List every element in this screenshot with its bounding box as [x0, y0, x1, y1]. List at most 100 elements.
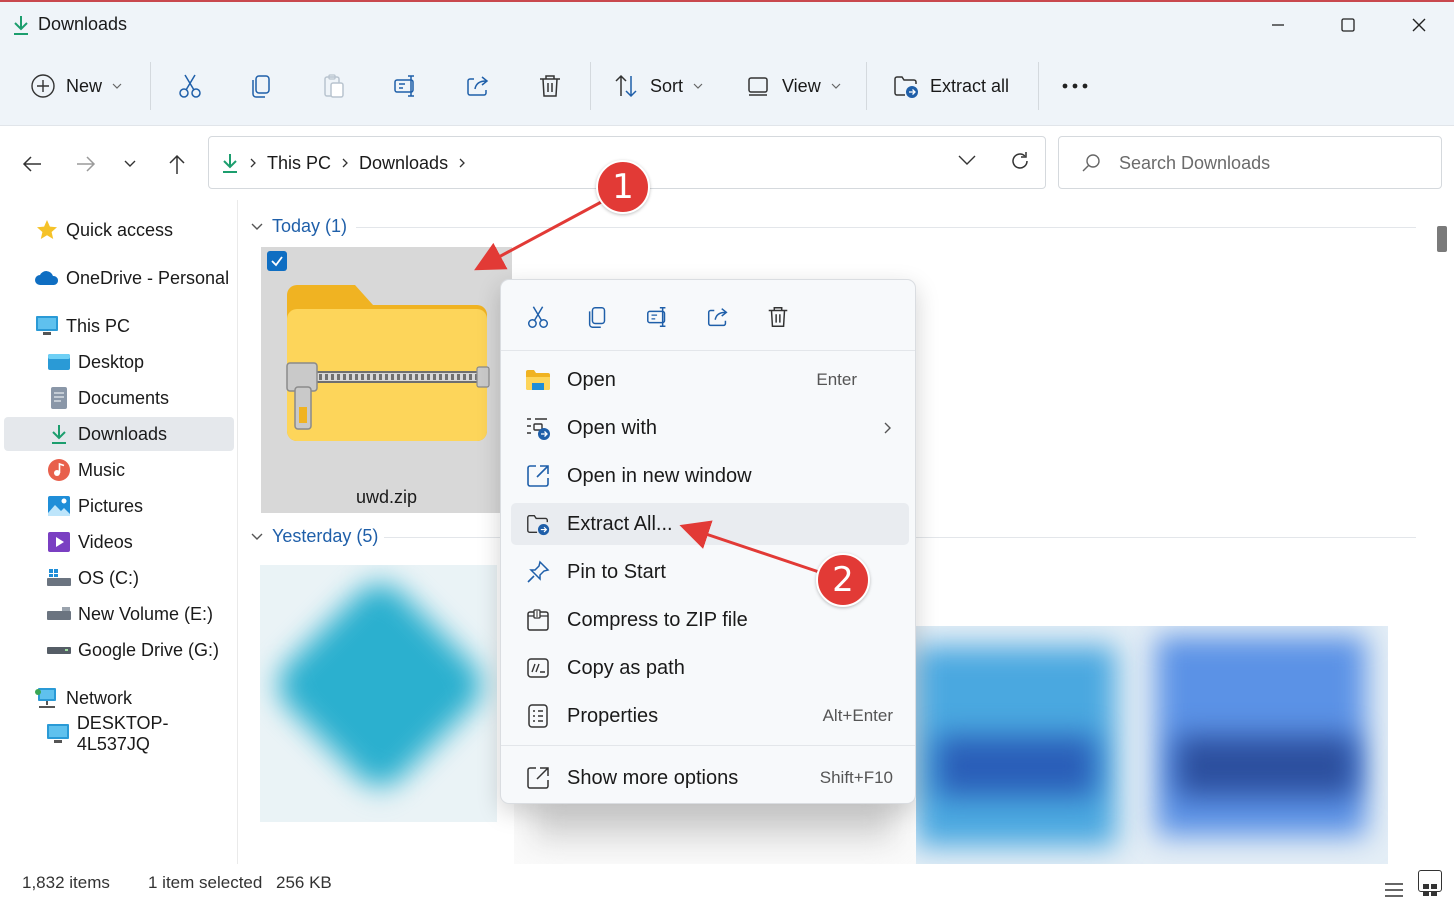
chevron-right-icon [341, 157, 349, 169]
more-button[interactable] [1060, 68, 1090, 104]
blurred-thumbnail[interactable] [514, 800, 916, 864]
plus-circle-icon [30, 73, 56, 99]
sidebar-item-onedrive[interactable]: OneDrive - Personal [4, 261, 234, 295]
chevron-right-icon [458, 157, 466, 169]
sidebar-item-label: New Volume (E:) [78, 603, 214, 624]
videos-icon [46, 529, 72, 555]
cut-button[interactable] [176, 68, 204, 104]
maximize-button[interactable] [1328, 12, 1368, 38]
pictures-icon [46, 493, 72, 519]
drive-icon [46, 637, 72, 663]
ctx-delete-button[interactable] [761, 300, 795, 334]
more-options-icon [525, 765, 551, 791]
cloud-icon [34, 265, 60, 291]
vertical-scrollbar[interactable] [1434, 200, 1454, 864]
sidebar-item-google-drive-g[interactable]: Google Drive (G:) [4, 633, 234, 667]
sidebar-item-os-c[interactable]: OS (C:) [4, 561, 234, 595]
copy-path-icon [525, 655, 551, 681]
refresh-icon[interactable] [1009, 150, 1031, 172]
menu-item-shortcut: Shift+F10 [819, 768, 893, 787]
rename-button[interactable] [392, 68, 420, 104]
sidebar-item-label: Desktop [78, 351, 145, 372]
file-item-selected[interactable]: uwd.zip [261, 247, 512, 513]
chevron-down-icon [112, 82, 122, 90]
menu-item-label: Extract All... [567, 512, 673, 535]
tiles-view-icon [1419, 880, 1441, 899]
copy-button[interactable] [248, 68, 276, 104]
blurred-thumbnail[interactable] [260, 565, 497, 822]
share-button[interactable] [464, 68, 492, 104]
menu-item-open-new-window[interactable]: Open in new window [511, 455, 909, 497]
sort-label: Sort [650, 75, 684, 96]
sidebar-item-label: OS (C:) [78, 567, 139, 588]
group-divider [356, 227, 1416, 228]
ctx-rename-button[interactable] [641, 300, 675, 334]
selection-count: 1 item selected [148, 873, 263, 892]
back-button[interactable] [18, 150, 46, 178]
search-input[interactable]: Search Downloads [1058, 136, 1442, 189]
chevron-down-icon [693, 82, 703, 90]
forward-button[interactable] [72, 150, 100, 178]
sidebar-item-label: Music [78, 459, 126, 480]
sidebar-item-quick-access[interactable]: Quick access [4, 213, 234, 247]
sidebar-item-desktop-4l537jq[interactable]: DESKTOP-4L537JQ [4, 713, 234, 754]
star-icon [34, 217, 60, 243]
extract-all-button[interactable]: Extract all [892, 68, 1009, 104]
paste-button[interactable] [320, 68, 348, 104]
delete-button[interactable] [536, 68, 564, 104]
up-button[interactable] [163, 150, 191, 178]
menu-item-label: Show more options [567, 766, 739, 789]
menu-item-open-with[interactable]: Open with [511, 407, 909, 449]
maximize-icon [1340, 17, 1356, 33]
menu-item-open[interactable]: Open Enter [511, 359, 909, 401]
group-header-today[interactable]: Today (1) [250, 216, 347, 237]
sidebar-item-downloads[interactable]: Downloads [4, 417, 234, 451]
breadcrumb-downloads[interactable]: Downloads [359, 153, 448, 174]
sidebar-item-label: Quick access [66, 219, 174, 240]
sort-button[interactable]: Sort [612, 68, 703, 104]
view-label: View [782, 75, 821, 96]
sidebar-item-music[interactable]: Music [4, 453, 234, 487]
menu-item-properties[interactable]: Properties Alt+Enter [511, 695, 909, 737]
sidebar-item-this-pc[interactable]: This PC [4, 309, 234, 343]
menu-item-label: Pin to Start [567, 560, 666, 583]
sidebar-item-label: This PC [66, 315, 131, 336]
sidebar-item-desktop[interactable]: Desktop [4, 345, 234, 379]
breadcrumb-this-pc[interactable]: This PC [267, 153, 331, 174]
download-arrow-icon [221, 152, 239, 174]
menu-item-label: Properties [567, 704, 659, 727]
sidebar-item-new-volume-e[interactable]: New Volume (E:) [4, 597, 234, 631]
menu-item-copy-as-path[interactable]: Copy as path [511, 647, 909, 689]
blurred-thumbnail[interactable] [916, 626, 1388, 864]
menu-item-extract-all[interactable]: Extract All... [511, 503, 909, 545]
view-button[interactable]: View [746, 68, 841, 104]
new-label: New [66, 75, 103, 96]
sidebar-item-videos[interactable]: Videos [4, 525, 234, 559]
extract-icon [892, 72, 920, 100]
sidebar-item-network[interactable]: Network [4, 681, 234, 715]
ctx-copy-button[interactable] [581, 300, 615, 334]
sidebar-item-documents[interactable]: Documents [4, 381, 234, 415]
menu-item-show-more-options[interactable]: Show more options Shift+F10 [511, 757, 909, 799]
item-count: 1,832 items [22, 873, 110, 892]
ctx-cut-button[interactable] [521, 300, 555, 334]
ctx-share-button[interactable] [701, 300, 735, 334]
close-button[interactable] [1399, 12, 1439, 38]
tiles-view-button[interactable] [1418, 870, 1442, 896]
copy-icon [248, 72, 276, 100]
thumbnail-shape [1176, 736, 1356, 796]
menu-item-label: Open with [567, 416, 658, 439]
recent-locations-button[interactable] [116, 150, 144, 178]
new-button[interactable]: New [30, 68, 122, 104]
group-header-yesterday[interactable]: Yesterday (5) [250, 526, 378, 547]
thumbnail-shape [534, 800, 894, 840]
arrow-up-icon [167, 153, 187, 175]
selection-checkbox[interactable] [267, 251, 287, 271]
navigation-pane: Quick access OneDrive - Personal This PC… [0, 200, 238, 864]
address-history-button[interactable] [957, 153, 977, 167]
pin-icon [525, 559, 551, 585]
minimize-button[interactable] [1258, 12, 1298, 38]
scrollbar-thumb[interactable] [1437, 226, 1447, 252]
sidebar-item-pictures[interactable]: Pictures [4, 489, 234, 523]
file-name: uwd.zip [355, 487, 418, 507]
